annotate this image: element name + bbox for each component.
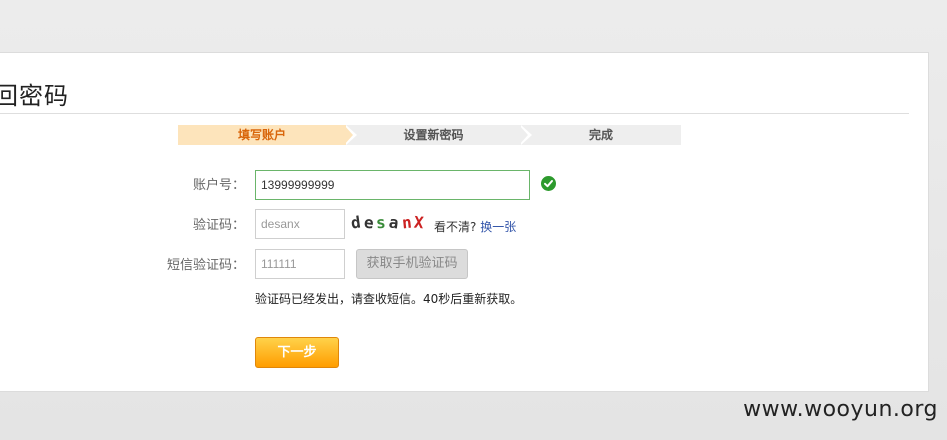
sms-code-label: 短信验证码： <box>166 258 245 273</box>
next-step-button[interactable]: 下一步 <box>255 337 339 368</box>
watermark: www.wooyun.org <box>743 397 938 422</box>
get-sms-code-button[interactable]: 获取手机验证码 <box>356 249 468 279</box>
captcha-char: s <box>375 212 387 233</box>
captcha-char: e <box>362 212 375 233</box>
sms-code-input[interactable] <box>255 249 345 279</box>
check-icon <box>541 176 556 191</box>
step-arrow-icon <box>344 125 353 145</box>
refresh-captcha-link[interactable]: 换一张 <box>480 220 516 234</box>
sms-sent-message: 验证码已经发出，请查收短信。40秒后重新获取。 <box>255 292 523 306</box>
step-arrow-icon <box>519 125 528 145</box>
captcha-char: n <box>400 212 413 233</box>
captcha-image[interactable]: desanX <box>349 212 431 237</box>
step-set-password: 设置新密码 <box>346 125 521 145</box>
reset-password-panel: 回密码 填写账户 设置新密码 完成 账户号： 验证码： desanX 看不清? … <box>0 52 929 392</box>
captcha-hint-text: 看不清? <box>434 220 477 234</box>
page-title: 回密码 <box>0 82 69 110</box>
account-label: 账户号： <box>192 178 245 193</box>
captcha-char: X <box>413 212 425 233</box>
captcha-char: d <box>349 212 362 233</box>
captcha-refresh: 看不清? 换一张 <box>434 218 516 235</box>
step-fill-account: 填写账户 <box>178 125 346 145</box>
title-divider <box>0 113 909 114</box>
captcha-input[interactable] <box>255 209 345 239</box>
captcha-label: 验证码： <box>192 218 245 233</box>
step-progress: 填写账户 设置新密码 完成 <box>178 125 681 145</box>
account-input[interactable] <box>255 170 530 200</box>
captcha-char: a <box>387 212 400 233</box>
step-complete: 完成 <box>521 125 681 145</box>
